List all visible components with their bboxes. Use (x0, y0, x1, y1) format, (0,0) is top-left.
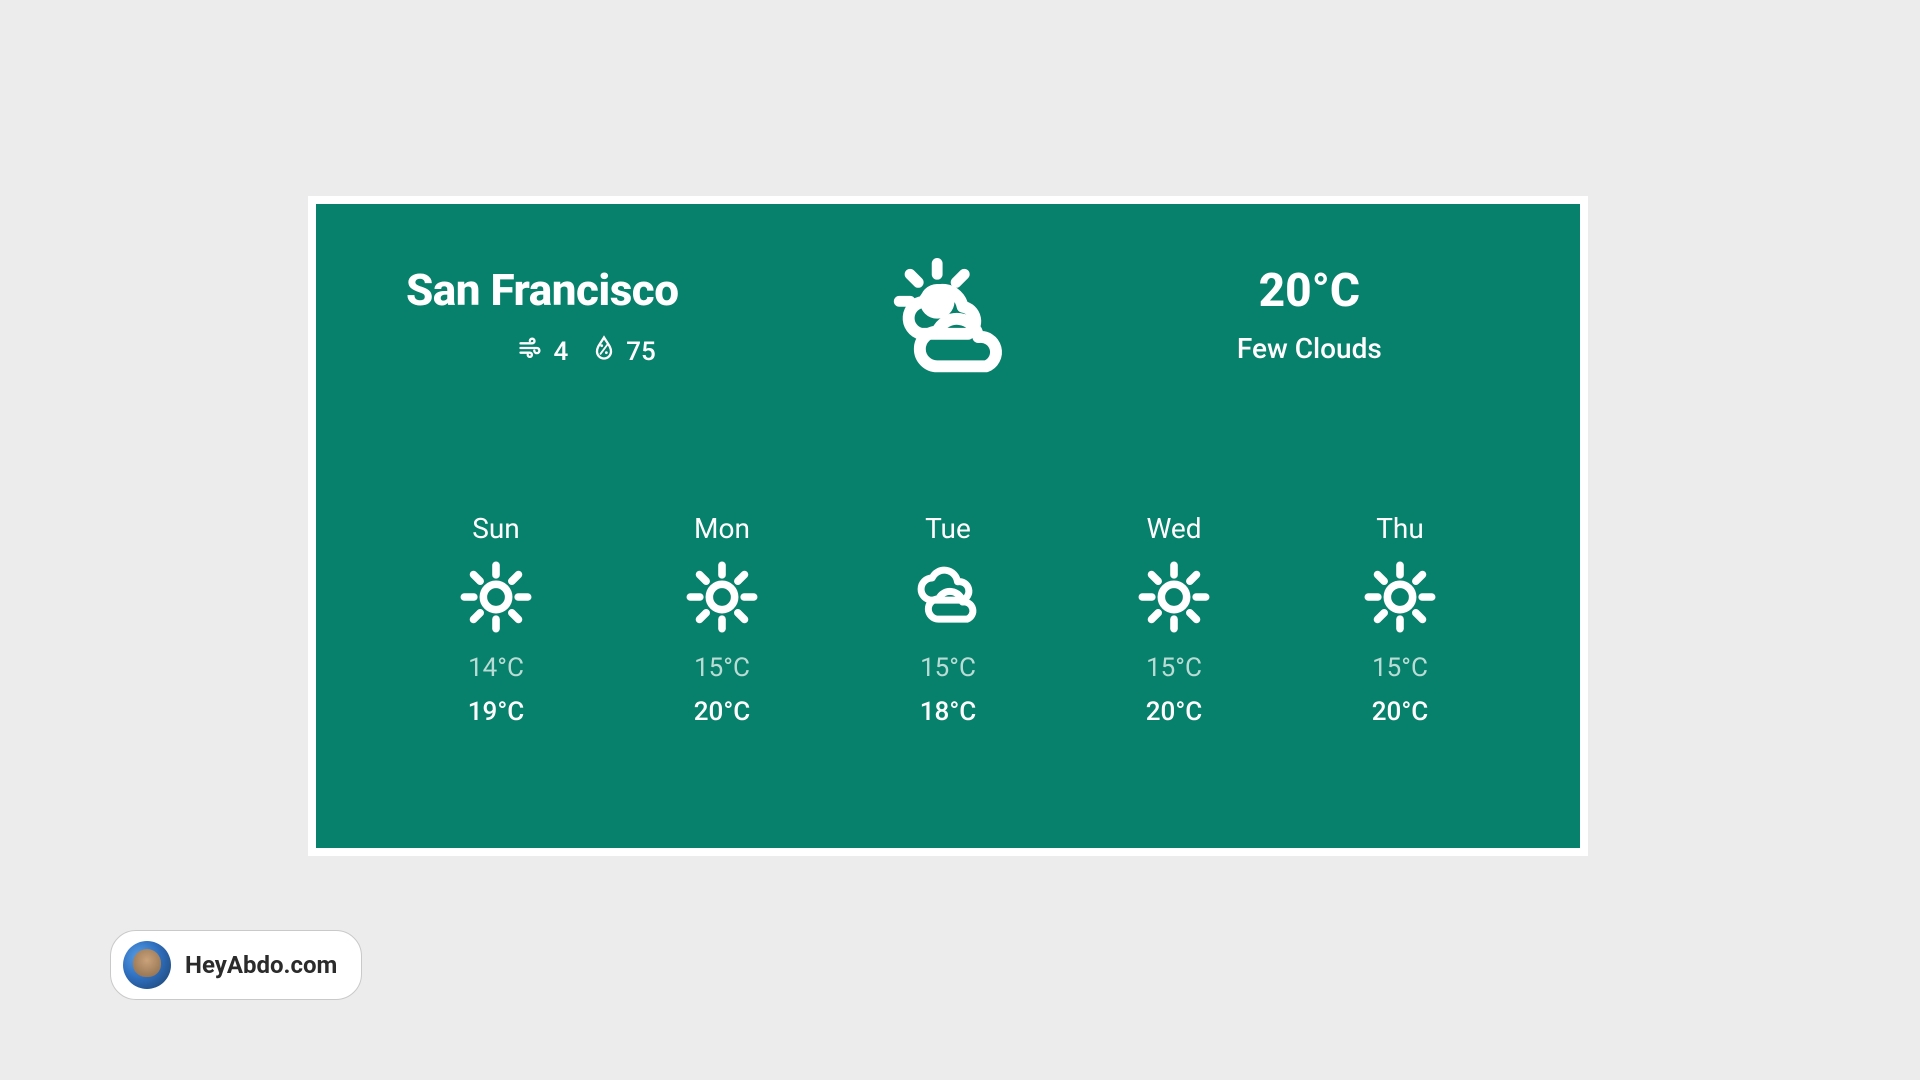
forecast-day: Wed 15°C 20°C (1104, 512, 1244, 727)
sun-icon (684, 559, 760, 639)
temperature-block: 20°C Few Clouds (1129, 264, 1490, 365)
partly-cloudy-icon (873, 264, 1023, 392)
forecast-low: 15°C (920, 653, 976, 683)
clouds-icon (910, 559, 986, 639)
forecast-low: 15°C (694, 653, 750, 683)
attribution-label: HeyAbdo.com (185, 951, 337, 979)
city-name: San Francisco (406, 264, 767, 316)
humidity-icon (590, 334, 618, 369)
forecast-low: 15°C (1372, 653, 1428, 683)
forecast-day-label: Wed (1146, 512, 1201, 545)
forecast-high: 19°C (468, 697, 524, 727)
wind-value: 4 (553, 337, 568, 367)
current-temperature: 20°C (1129, 264, 1490, 318)
wind-metric: 4 (517, 334, 568, 369)
avatar (123, 941, 171, 989)
condition-label: Few Clouds (1129, 332, 1490, 365)
forecast-low: 14°C (468, 653, 524, 683)
city-block: San Francisco 4 75 (406, 264, 767, 369)
humidity-metric: 75 (590, 334, 656, 369)
forecast-day-label: Sun (472, 512, 520, 545)
forecast-low: 15°C (1146, 653, 1202, 683)
forecast-day: Tue 15°C 18°C (878, 512, 1018, 727)
sun-icon (1136, 559, 1212, 639)
weather-summary-row: San Francisco 4 75 (406, 264, 1490, 392)
forecast-day: Thu 15°C 20°C (1330, 512, 1470, 727)
forecast-high: 20°C (694, 697, 750, 727)
forecast-day: Mon 15°C 20°C (652, 512, 792, 727)
forecast-day-label: Mon (694, 512, 750, 545)
attribution-badge[interactable]: HeyAbdo.com (110, 930, 362, 1000)
forecast-high: 20°C (1372, 697, 1428, 727)
current-condition-icon-wrap (767, 264, 1128, 392)
weather-card: San Francisco 4 75 (308, 196, 1588, 856)
metrics-row: 4 75 (406, 334, 767, 369)
sun-icon (1362, 559, 1438, 639)
forecast-high: 20°C (1146, 697, 1202, 727)
forecast-high: 18°C (920, 697, 976, 727)
forecast-day-label: Tue (925, 512, 971, 545)
humidity-value: 75 (626, 337, 656, 367)
wind-icon (517, 334, 545, 369)
forecast-day: Sun 14°C 19°C (426, 512, 566, 727)
forecast-row: Sun 14°C 19°C Mon 15°C 20°C Tue 15°C 18°… (406, 512, 1490, 727)
forecast-day-label: Thu (1376, 512, 1424, 545)
sun-icon (458, 559, 534, 639)
